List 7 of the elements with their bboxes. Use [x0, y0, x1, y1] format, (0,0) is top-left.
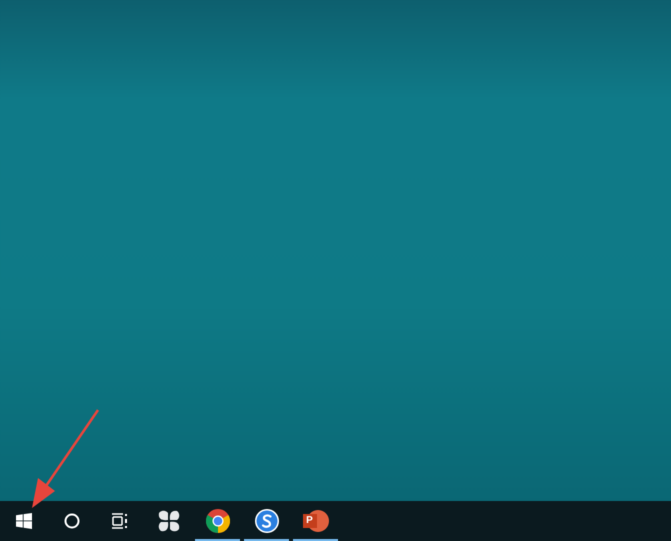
chrome-icon: [206, 509, 230, 533]
taskbar-app-button[interactable]: P: [291, 501, 340, 541]
windows-logo-icon: [16, 513, 32, 529]
search-icon: [64, 513, 80, 529]
task-view-icon: [111, 513, 129, 529]
browser-s-icon: [254, 509, 278, 533]
fan-app-icon: [156, 509, 180, 533]
